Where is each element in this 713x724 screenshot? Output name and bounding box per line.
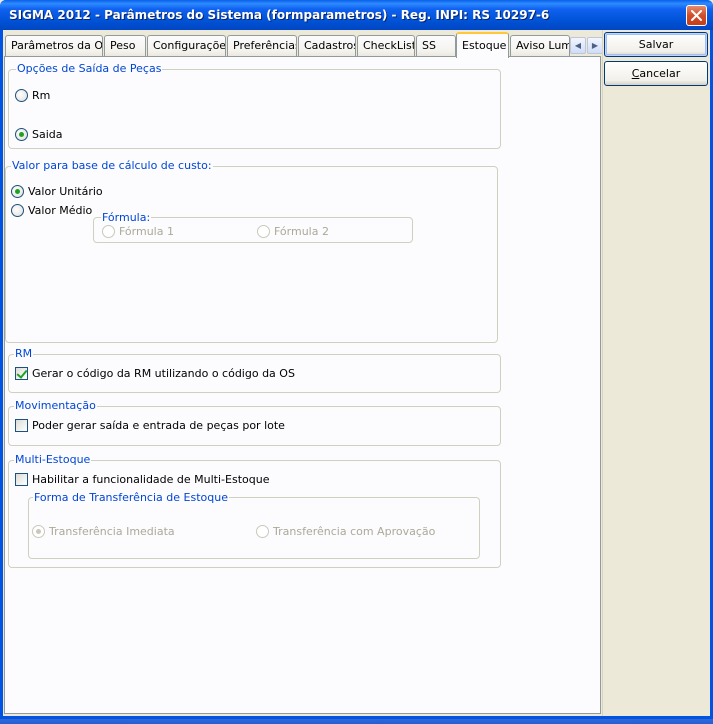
radio-rm[interactable]: Rm — [15, 89, 50, 102]
radio-formula-2[interactable]: Fórmula 2 — [257, 225, 329, 238]
radio-valor-unitario-label: Valor Unitário — [28, 185, 103, 198]
radio-formula-1-label: Fórmula 1 — [119, 225, 174, 238]
checkbox-saida-entrada-lote-box[interactable] — [15, 419, 28, 432]
tab-cadastros[interactable]: Cadastros — [298, 35, 356, 57]
group-formula: Fórmula: Fórmula 1 Fórmula 2 — [93, 211, 413, 243]
checkbox-gerar-codigo-rm-box[interactable] — [15, 367, 28, 380]
group-formula-title: Fórmula: — [101, 211, 152, 224]
group-transferencia: Forma de Transferência de Estoque Transf… — [28, 491, 480, 559]
radio-transferencia-aprovacao-label: Transferência com Aprovação — [273, 525, 436, 538]
group-saida-pecas-title: Opções de Saída de Peças — [16, 62, 163, 75]
radio-rm-label: Rm — [32, 89, 51, 102]
group-transferencia-title: Forma de Transferência de Estoque — [33, 491, 229, 504]
radio-transferencia-imediata-label: Transferência Imediata — [49, 525, 175, 538]
tab-strip: Parâmetros da OS Peso Configurações Pref… — [4, 32, 604, 58]
group-multi-estoque-title: Multi-Estoque — [14, 453, 92, 466]
close-button[interactable] — [686, 5, 707, 26]
group-custo-title: Valor para base de cálculo de custo: — [11, 159, 213, 172]
taskbar — [0, 719, 713, 724]
window-title: SIGMA 2012 - Parâmetros do Sistema (form… — [9, 8, 550, 22]
action-panel: Salvar Cancelar — [602, 30, 710, 716]
checkbox-multi-estoque[interactable]: Habilitar a funcionalidade de Multi-Esto… — [15, 473, 269, 486]
checkbox-multi-estoque-label: Habilitar a funcionalidade de Multi-Esto… — [32, 473, 270, 486]
radio-valor-unitario-indicator[interactable] — [11, 185, 24, 198]
tab-peso[interactable]: Peso — [104, 35, 146, 57]
tab-scroll-left-icon[interactable]: ◀ — [570, 37, 586, 54]
radio-transferencia-aprovacao[interactable]: Transferência com Aprovação — [256, 525, 435, 538]
radio-valor-unitario[interactable]: Valor Unitário — [11, 185, 103, 198]
save-button[interactable]: Salvar — [604, 32, 708, 57]
cancel-button-mnemonic: C — [631, 67, 640, 80]
tab-estoque[interactable]: Estoque — [456, 32, 509, 58]
checkbox-saida-entrada-lote-label: Poder gerar saída e entrada de peças por… — [32, 419, 285, 432]
cancel-button[interactable]: Cancelar — [604, 61, 708, 86]
radio-transferencia-aprovacao-indicator[interactable] — [256, 525, 269, 538]
radio-rm-indicator[interactable] — [15, 89, 28, 102]
tab-configuracoes[interactable]: Configurações — [147, 35, 226, 57]
tab-page-estoque: Opções de Saída de Peças Rm Saida Valor … — [4, 56, 601, 714]
radio-saida[interactable]: Saida — [15, 128, 63, 141]
radio-formula-1[interactable]: Fórmula 1 — [102, 225, 174, 238]
radio-formula-2-label: Fórmula 2 — [274, 225, 329, 238]
radio-saida-label: Saida — [32, 128, 63, 141]
close-icon — [691, 10, 702, 21]
group-saida-pecas: Opções de Saída de Peças Rm Saida — [8, 62, 501, 149]
radio-valor-medio-indicator[interactable] — [11, 204, 24, 217]
checkbox-saida-entrada-lote[interactable]: Poder gerar saída e entrada de peças por… — [15, 419, 285, 432]
tab-scroll-arrows: ◀ ▶ — [570, 37, 604, 54]
radio-transferencia-imediata[interactable]: Transferência Imediata — [32, 525, 175, 538]
group-movimentacao-title: Movimentação — [14, 399, 97, 412]
checkbox-gerar-codigo-rm-label: Gerar o código da RM utilizando o código… — [32, 367, 295, 380]
radio-formula-2-indicator[interactable] — [257, 225, 270, 238]
app-window: SIGMA 2012 - Parâmetros do Sistema (form… — [0, 0, 713, 719]
checkbox-multi-estoque-box[interactable] — [15, 473, 28, 486]
group-movimentacao: Movimentação Poder gerar saída e entrada… — [8, 399, 501, 446]
group-custo: Valor para base de cálculo de custo: Val… — [5, 159, 498, 343]
group-rm: RM Gerar o código da RM utilizando o cód… — [8, 347, 501, 393]
title-bar[interactable]: SIGMA 2012 - Parâmetros do Sistema (form… — [0, 0, 713, 30]
radio-valor-medio-label: Valor Médio — [28, 204, 93, 217]
radio-valor-medio[interactable]: Valor Médio — [11, 204, 92, 217]
tab-checklist[interactable]: CheckList — [357, 35, 415, 57]
group-rm-title: RM — [14, 347, 34, 360]
radio-transferencia-imediata-indicator[interactable] — [32, 525, 45, 538]
radio-saida-indicator[interactable] — [15, 128, 28, 141]
radio-formula-1-indicator[interactable] — [102, 225, 115, 238]
tab-preferencias[interactable]: Preferências — [227, 35, 297, 57]
group-multi-estoque: Multi-Estoque Habilitar a funcionalidade… — [8, 453, 501, 568]
tab-scroll-right-icon[interactable]: ▶ — [587, 37, 603, 54]
tab-aviso-lumir[interactable]: Aviso Lumir — [510, 35, 570, 57]
tab-ss[interactable]: SS — [416, 35, 456, 57]
client-area: Parâmetros da OS Peso Configurações Pref… — [3, 30, 710, 716]
cancel-button-label: ancelar — [639, 67, 681, 80]
checkbox-gerar-codigo-rm[interactable]: Gerar o código da RM utilizando o código… — [15, 367, 295, 380]
tab-parametros-os[interactable]: Parâmetros da OS — [5, 35, 103, 57]
